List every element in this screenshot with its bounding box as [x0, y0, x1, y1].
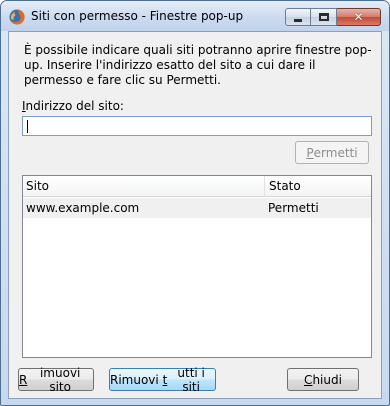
- site-address-label-rest: ndirizzo del sito:: [25, 99, 124, 113]
- sites-list[interactable]: Sito Stato www.example.com Permetti: [22, 175, 372, 358]
- table-row[interactable]: www.example.com Permetti: [23, 198, 371, 218]
- close-accel: C: [304, 372, 313, 387]
- permit-button[interactable]: Permetti: [295, 141, 369, 164]
- dialog-body: È possibile indicare quali siti potranno…: [8, 31, 382, 399]
- close-window-button[interactable]: ✕: [337, 8, 381, 26]
- firefox-icon: [9, 9, 25, 25]
- remove-all-sites-button[interactable]: Rimuovi t utti i siti: [109, 365, 216, 394]
- remove-all-rest: utti i siti: [177, 365, 205, 394]
- permit-button-accel: P: [306, 145, 314, 160]
- site-address-label: Indirizzo del sito:: [22, 99, 124, 113]
- minimize-icon: [294, 18, 302, 22]
- remove-site-rest: imuovi sito: [39, 365, 81, 394]
- site-address-input[interactable]: [22, 116, 372, 136]
- row-site-cell: www.example.com: [26, 201, 140, 215]
- dialog-window: Siti con permesso - Finestre pop-up ✕ È …: [0, 0, 390, 406]
- list-header: Sito Stato: [23, 176, 371, 197]
- column-header-site[interactable]: Sito: [23, 176, 265, 197]
- close-button[interactable]: Chiudi: [287, 368, 359, 391]
- close-rest: hiudi: [312, 372, 342, 387]
- close-icon: ✕: [353, 10, 364, 24]
- description-text: È possibile indicare quali siti potranno…: [24, 43, 372, 87]
- maximize-button[interactable]: [311, 8, 337, 26]
- text-caret: [27, 120, 28, 133]
- minimize-button[interactable]: [285, 8, 311, 26]
- remove-all-pre: Rimuovi: [110, 372, 163, 387]
- window-title: Siti con permesso - Finestre pop-up: [31, 9, 244, 23]
- column-header-state[interactable]: Stato: [265, 176, 371, 197]
- remove-site-button[interactable]: Rimuovi sito: [18, 365, 94, 394]
- row-state-cell: Permetti: [268, 201, 319, 215]
- remove-site-accel: R: [19, 372, 28, 387]
- maximize-icon: [318, 13, 329, 21]
- permit-button-rest: ermetti: [313, 145, 358, 160]
- title-bar[interactable]: Siti con permesso - Finestre pop-up ✕: [1, 1, 389, 31]
